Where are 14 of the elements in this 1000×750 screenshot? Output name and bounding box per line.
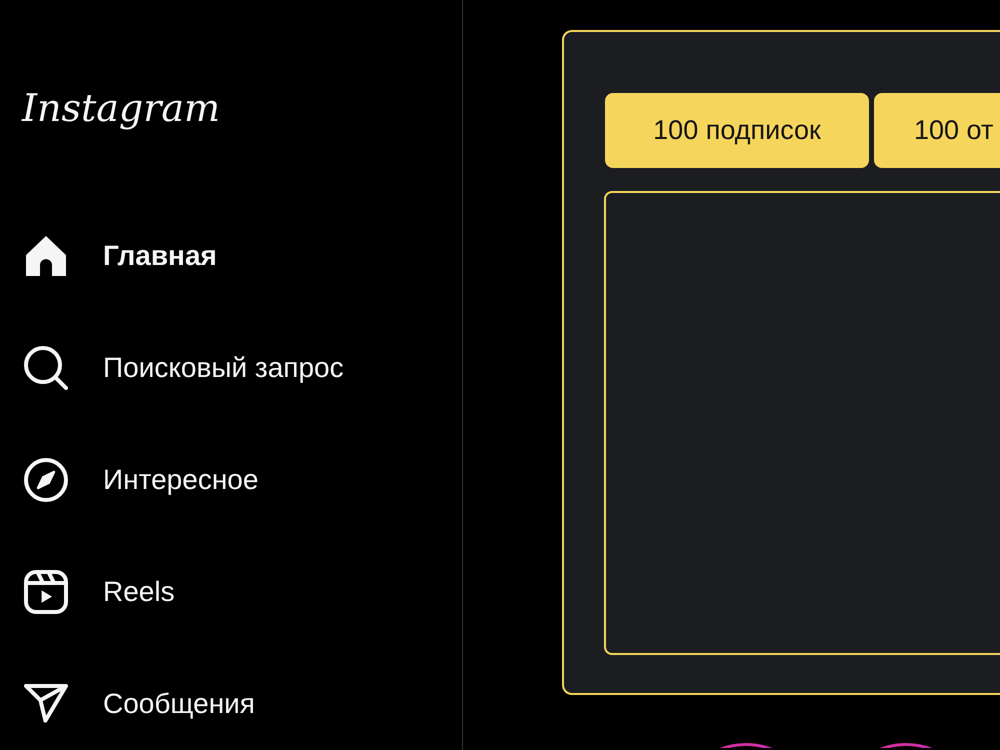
clapperboard-icon bbox=[24, 570, 68, 614]
nav-link[interactable]: Главная bbox=[24, 234, 217, 278]
count-button[interactable]: 100 от bbox=[874, 93, 1000, 168]
nav-link[interactable]: Интересное bbox=[24, 458, 258, 502]
search-icon bbox=[24, 346, 68, 390]
app-logo[interactable]: Instagram bbox=[22, 80, 220, 136]
story-ring-icon[interactable] bbox=[879, 743, 933, 748]
home-icon bbox=[24, 234, 68, 278]
story-ring-icon[interactable] bbox=[719, 743, 773, 748]
nav-link[interactable]: Сообщения bbox=[24, 682, 255, 726]
nav-link[interactable]: Reels bbox=[24, 570, 175, 614]
count-button[interactable]: 100 подписок bbox=[605, 93, 869, 168]
compass-icon bbox=[24, 458, 68, 502]
nav-link[interactable]: Поисковый запрос bbox=[24, 346, 344, 390]
